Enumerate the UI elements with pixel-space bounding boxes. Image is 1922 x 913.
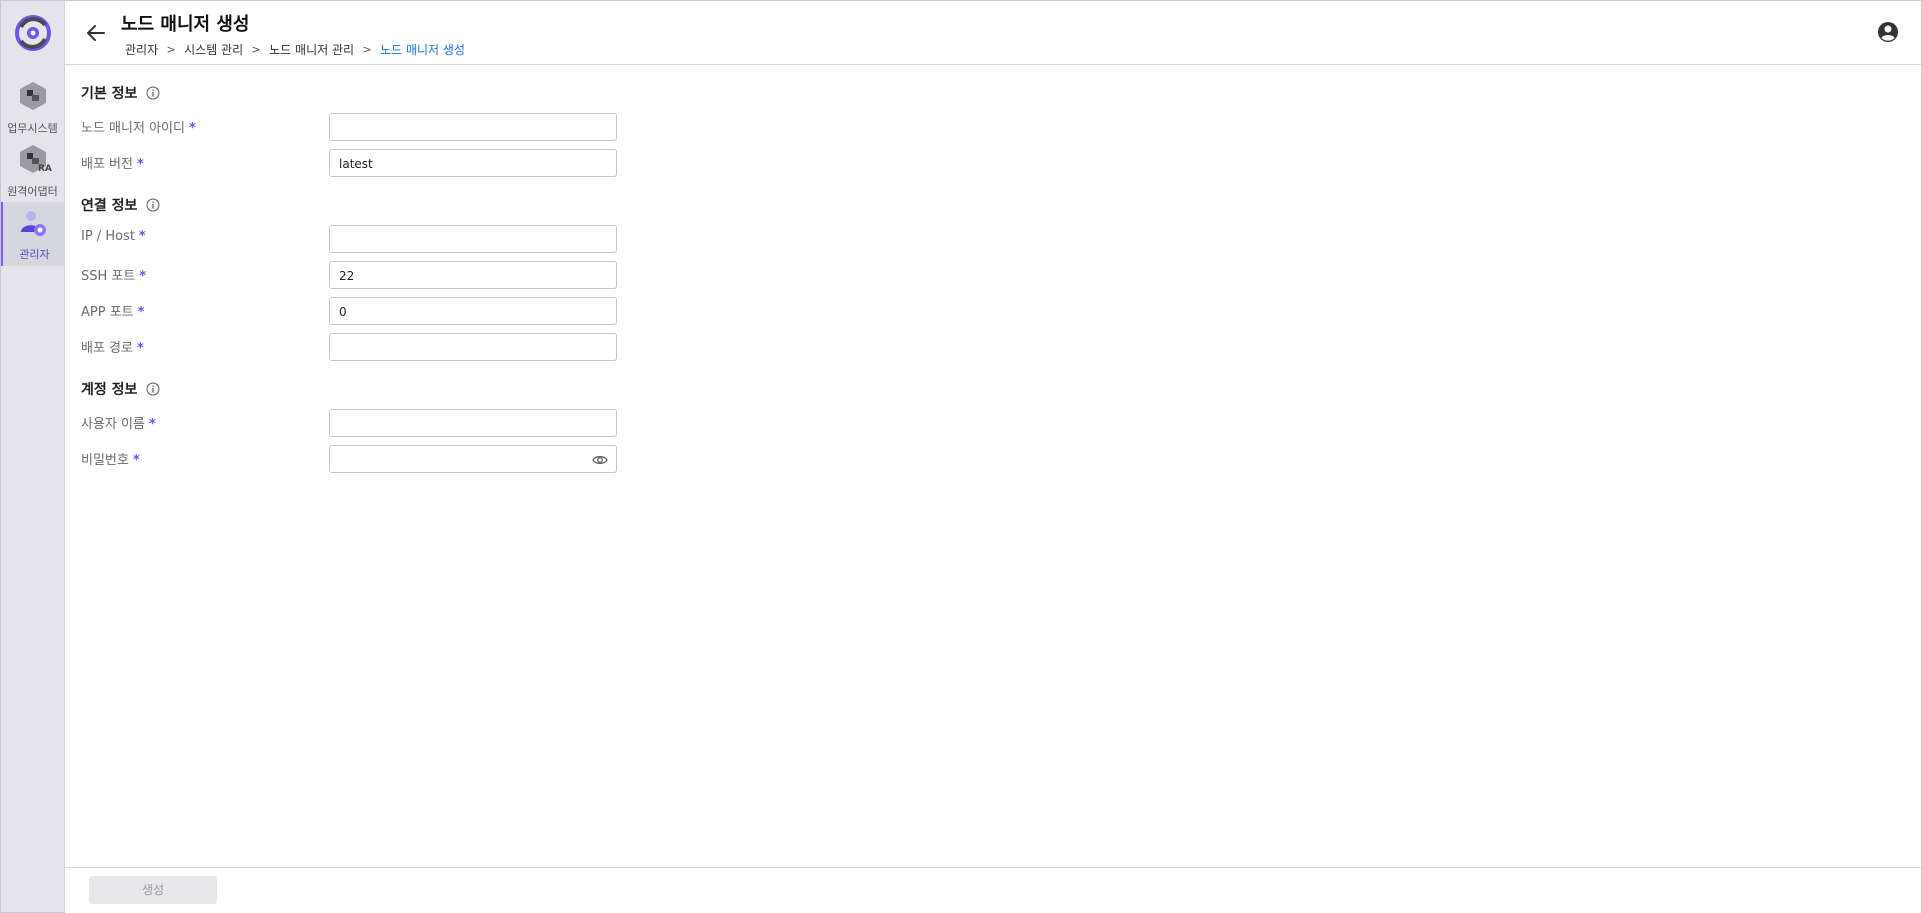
info-icon[interactable]	[146, 382, 160, 396]
sidebar-item-admin[interactable]: 관리자	[1, 202, 64, 266]
field-label-ssh-port: SSH 포트 *	[81, 269, 147, 284]
section-title-connection: 연결 정보	[81, 195, 160, 215]
user-account-icon[interactable]	[1877, 21, 1899, 43]
breadcrumb: 관리자 > 시스템 관리 > 노드 매니저 관리 > 노드 매니저 생성	[125, 41, 465, 58]
field-label-deploy-path: 배포 경로 *	[81, 341, 144, 356]
business-system-icon	[20, 82, 46, 110]
deploy-path-input[interactable]	[329, 333, 617, 361]
chevron-right-icon: >	[166, 43, 176, 56]
ip-host-input[interactable]	[329, 225, 617, 253]
info-icon[interactable]	[146, 198, 160, 212]
sidebar: 업무시스템 RA 원격어댑터 관리자	[1, 1, 65, 912]
breadcrumb-item-current: 노드 매니저 생성	[380, 43, 465, 57]
back-arrow-icon[interactable]	[84, 21, 108, 45]
field-label-node-manager-id: 노드 매니저 아이디 *	[81, 121, 196, 136]
sidebar-item-remote-adapter[interactable]: RA 원격어댑터	[1, 144, 64, 204]
password-input[interactable]	[329, 445, 617, 473]
app-frame	[0, 0, 1922, 913]
section-title-basic: 기본 정보	[81, 83, 160, 103]
sidebar-item-label: 업무시스템	[7, 122, 58, 135]
app-logo-icon[interactable]	[15, 15, 51, 51]
section-title-account: 계정 정보	[81, 379, 160, 399]
breadcrumb-item-admin[interactable]: 관리자	[125, 41, 158, 58]
page-title: 노드 매니저 생성	[121, 14, 250, 35]
field-label-deploy-version: 배포 버전 *	[81, 157, 144, 172]
sidebar-item-label: 원격어댑터	[7, 185, 58, 198]
page-header: 노드 매니저 생성 관리자 > 시스템 관리 > 노드 매니저 관리 > 노드 …	[65, 1, 1921, 65]
username-input[interactable]	[329, 409, 617, 437]
sidebar-item-label: 관리자	[19, 248, 50, 261]
sidebar-item-business-system[interactable]: 업무시스템	[1, 81, 64, 141]
eye-icon[interactable]	[592, 452, 608, 468]
field-label-password: 비밀번호 *	[81, 453, 140, 468]
field-label-username: 사용자 이름 *	[81, 417, 156, 432]
create-button[interactable]: 생성	[89, 876, 217, 904]
field-label-app-port: APP 포트 *	[81, 305, 145, 320]
page-footer: 생성	[65, 867, 1921, 913]
ra-badge: RA	[38, 164, 52, 174]
admin-user-icon	[21, 211, 46, 236]
app-port-input[interactable]: 0	[329, 297, 617, 325]
chevron-right-icon: >	[362, 43, 372, 56]
node-manager-id-input[interactable]	[329, 113, 617, 141]
breadcrumb-item-node-manager-management[interactable]: 노드 매니저 관리	[269, 41, 354, 58]
field-label-ip-host: IP / Host *	[81, 229, 146, 244]
chevron-right-icon: >	[251, 43, 261, 56]
ssh-port-input[interactable]: 22	[329, 261, 617, 289]
info-icon[interactable]	[146, 86, 160, 100]
breadcrumb-item-system-management[interactable]: 시스템 관리	[184, 41, 243, 58]
deploy-version-input[interactable]: latest	[329, 149, 617, 177]
